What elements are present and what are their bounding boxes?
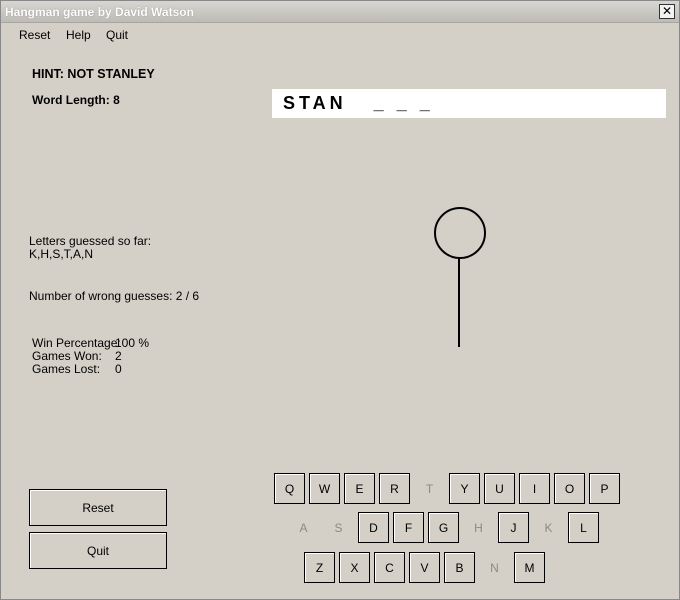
key-j[interactable]: J [498, 512, 529, 543]
key-g[interactable]: G [428, 512, 459, 543]
wrong-guesses-label: Number of wrong guesses: 2 / 6 [29, 289, 200, 303]
key-q[interactable]: Q [274, 473, 305, 504]
stat-win-percentage: Win Percentage: 100 % [32, 336, 149, 350]
menu-help[interactable]: Help [66, 28, 91, 42]
hangman-drawing [434, 207, 486, 347]
key-c[interactable]: C [374, 552, 405, 583]
key-k: K [544, 520, 553, 535]
key-x[interactable]: X [339, 552, 370, 583]
key-a: A [299, 520, 308, 535]
key-z[interactable]: Z [304, 552, 335, 583]
key-r[interactable]: R [379, 473, 410, 504]
reset-button[interactable]: Reset [29, 489, 167, 526]
quit-button[interactable]: Quit [29, 532, 167, 569]
hint-label: HINT: NOT STANLEY [32, 67, 155, 81]
key-o[interactable]: O [554, 473, 585, 504]
key-t: T [425, 481, 434, 496]
key-y[interactable]: Y [449, 473, 480, 504]
letters-guessed-label: Letters guessed so far: [29, 234, 152, 248]
stat-value: 0 [115, 362, 122, 376]
key-m[interactable]: M [514, 552, 545, 583]
key-p[interactable]: P [589, 473, 620, 504]
hangman-window: Hangman game by David Watson ✕ Reset Hel… [0, 0, 680, 600]
close-icon[interactable]: ✕ [659, 4, 675, 19]
menu-quit[interactable]: Quit [106, 28, 128, 42]
menu-reset[interactable]: Reset [19, 28, 50, 42]
key-s: S [334, 520, 343, 535]
key-b[interactable]: B [444, 552, 475, 583]
hangman-head [434, 207, 486, 259]
window-title: Hangman game by David Watson [5, 5, 194, 19]
key-w[interactable]: W [309, 473, 340, 504]
stat-label: Win Percentage: [32, 336, 121, 350]
letters-guessed-value: K,H,S,T,A,N [29, 247, 94, 261]
key-v[interactable]: V [409, 552, 440, 583]
word-length-label: Word Length: 8 [32, 93, 120, 107]
stat-games-won: Games Won: 2 [32, 349, 122, 363]
word-display-box: STAN _ _ _ [272, 89, 666, 118]
title-bar: Hangman game by David Watson ✕ [1, 1, 679, 23]
key-i[interactable]: I [519, 473, 550, 504]
key-h: H [474, 520, 483, 535]
key-n: N [490, 560, 499, 575]
stat-games-lost: Games Lost: 0 [32, 362, 122, 376]
key-d[interactable]: D [358, 512, 389, 543]
key-e[interactable]: E [344, 473, 375, 504]
stat-label: Games Lost: [32, 362, 101, 376]
menu-bar: Reset Help Quit [1, 25, 679, 45]
word-display: STAN _ _ _ [283, 93, 434, 113]
stat-label: Games Won: [32, 349, 102, 363]
key-u[interactable]: U [484, 473, 515, 504]
key-f[interactable]: F [393, 512, 424, 543]
key-l[interactable]: L [568, 512, 599, 543]
stat-value: 100 % [115, 336, 150, 350]
stat-value: 2 [115, 349, 122, 363]
